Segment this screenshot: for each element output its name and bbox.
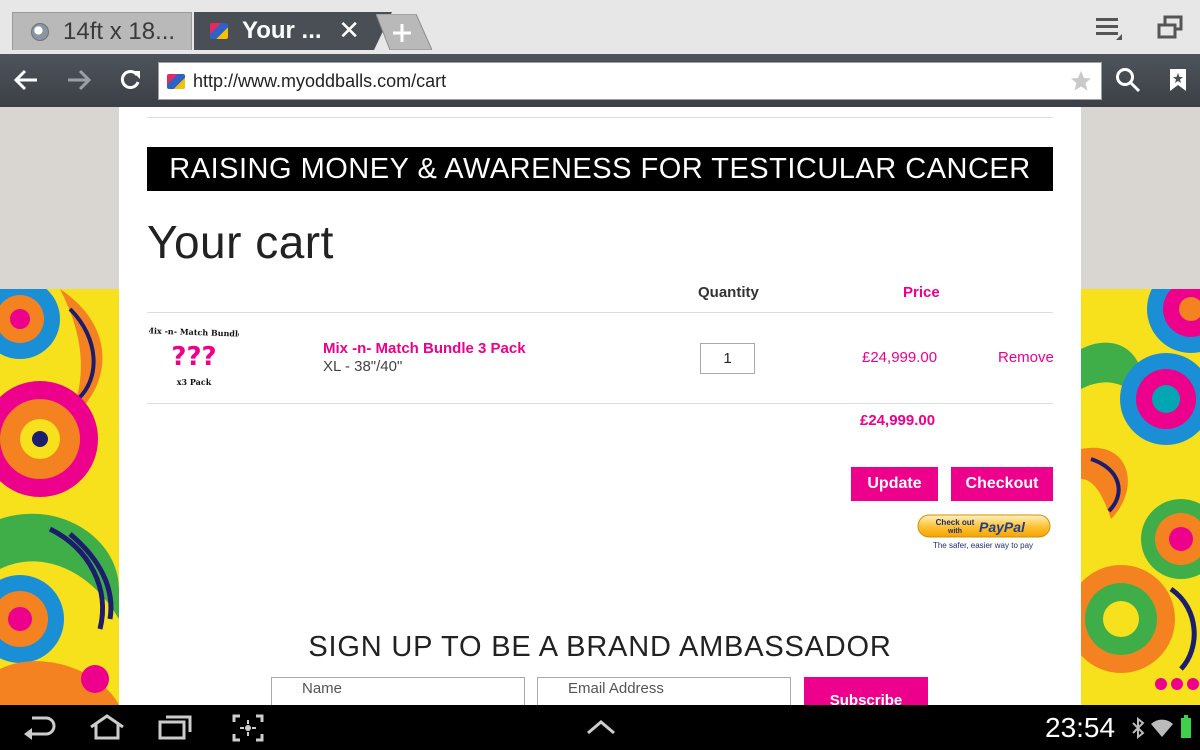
column-header-quantity: Quantity: [698, 284, 759, 301]
forward-button[interactable]: [63, 64, 95, 96]
paypal-tagline: The safer, easier way to pay: [933, 541, 1033, 550]
tabs-overview-icon[interactable]: [1156, 14, 1186, 42]
browser-toolbar: http://www.myoddballs.com/cart: [0, 54, 1200, 107]
reload-button[interactable]: [114, 64, 146, 96]
search-button[interactable]: [1112, 64, 1144, 96]
checkout-button[interactable]: Checkout: [951, 467, 1053, 501]
plus-icon: [375, 13, 433, 51]
product-name-link[interactable]: Mix -n- Match Bundle 3 Pack: [323, 340, 526, 357]
subscribe-button[interactable]: Subscribe: [804, 677, 928, 705]
signup-heading: SIGN UP TO BE A BRAND AMBASSADOR: [308, 631, 892, 663]
divider: [147, 312, 1053, 313]
arrow-left-icon: [13, 69, 37, 91]
tab-title: Your ...: [242, 17, 322, 44]
page-title: Your cart: [147, 216, 334, 268]
arrow-right-icon: [68, 69, 92, 91]
quantity-input[interactable]: 1: [700, 343, 755, 374]
reload-icon: [120, 70, 140, 89]
divider: [147, 403, 1053, 404]
bookmark-star-icon[interactable]: [1069, 69, 1093, 98]
web-page: RAISING MONEY & AWARENESS FOR TESTICULAR…: [0, 107, 1200, 705]
paypal-line1: Check out: [936, 518, 975, 527]
url-text: http://www.myoddballs.com/cart: [193, 71, 447, 91]
name-placeholder: Name: [302, 680, 343, 697]
battery-icon: [1180, 715, 1192, 744]
floral-background-right: [1081, 289, 1200, 705]
address-bar[interactable]: http://www.myoddballs.com/cart: [158, 62, 1102, 100]
tab-active[interactable]: Your ... ✕: [194, 12, 392, 50]
product-thumbnail[interactable]: Mix -n- Match Bundle ??? x3 Pack: [145, 321, 243, 393]
email-placeholder: Email Address: [568, 680, 664, 697]
floral-background-left: [0, 289, 119, 705]
tab-title: 14ft x 18...: [63, 17, 176, 45]
thumb-pack: x3 Pack: [177, 377, 212, 387]
home-nav-icon[interactable]: [88, 714, 126, 745]
paypal-line2: with: [947, 528, 962, 535]
wifi-icon: [1150, 717, 1174, 744]
screen: 14ft x 18... Your ... ✕ http://www.myodd…: [0, 0, 1200, 750]
system-navigation-bar: 23:54: [0, 705, 1200, 750]
screenshot-icon[interactable]: [232, 714, 264, 747]
new-tab-button[interactable]: [375, 13, 433, 51]
globe-icon: [31, 22, 49, 41]
site-favicon-icon: [210, 23, 228, 39]
clock: 23:54: [1045, 712, 1116, 743]
bookmarks-button[interactable]: [1162, 64, 1194, 96]
thumb-marks: ???: [171, 342, 216, 372]
divider: [147, 117, 1053, 118]
paypal-checkout-button[interactable]: Check out with PayPal The safer, easier …: [917, 514, 1053, 554]
thumb-title: Mix -n- Match Bundle: [149, 325, 239, 338]
close-tab-icon[interactable]: ✕: [338, 16, 360, 44]
tab-strip: 14ft x 18... Your ... ✕: [0, 0, 1200, 54]
back-button[interactable]: [10, 64, 42, 96]
back-nav-icon[interactable]: [22, 714, 56, 745]
chevron-up-icon[interactable]: [586, 719, 616, 740]
product-variant: XL - 38"/40": [323, 358, 403, 375]
campaign-banner: RAISING MONEY & AWARENESS FOR TESTICULAR…: [147, 147, 1053, 191]
remove-link[interactable]: Remove: [998, 349, 1054, 366]
name-field[interactable]: Name: [271, 677, 525, 705]
column-header-price: Price: [903, 284, 940, 301]
update-button[interactable]: Update: [851, 467, 938, 501]
line-price: £24,999.00: [862, 349, 938, 366]
search-icon: [1116, 68, 1141, 93]
site-favicon-icon: [167, 74, 185, 89]
cart-total: £24,999.00: [860, 412, 936, 429]
paypal-brand: PayPal: [979, 519, 1026, 535]
email-field[interactable]: Email Address: [537, 677, 791, 705]
bluetooth-icon: [1131, 716, 1145, 744]
menu-icon[interactable]: [1094, 14, 1124, 42]
content-column: RAISING MONEY & AWARENESS FOR TESTICULAR…: [119, 107, 1081, 705]
recent-apps-icon[interactable]: [158, 714, 192, 745]
tab-inactive[interactable]: 14ft x 18...: [12, 12, 192, 50]
bookmarks-icon: [1170, 69, 1186, 91]
